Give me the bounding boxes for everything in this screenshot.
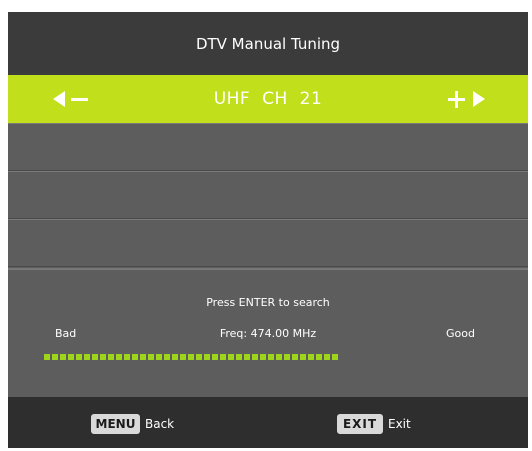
manual-tuning-panel: DTV Manual Tuning UHF CH 21 Press ENTER … [8, 12, 528, 448]
signal-segment [196, 354, 202, 360]
back-label: Back [145, 417, 175, 431]
signal-segment [252, 354, 258, 360]
signal-segment [236, 354, 242, 360]
signal-segment [44, 354, 50, 360]
signal-segment [156, 354, 162, 360]
signal-strength-meter [44, 354, 498, 360]
signal-segment [68, 354, 74, 360]
signal-segment [132, 354, 138, 360]
menu-row-empty-3 [8, 219, 528, 267]
signal-segment [140, 354, 146, 360]
signal-segment [308, 354, 314, 360]
signal-segment [60, 354, 66, 360]
search-prompt: Press ENTER to search [206, 296, 330, 309]
menu-key-button[interactable]: MENU [91, 414, 140, 434]
signal-segment [52, 354, 58, 360]
signal-segment [276, 354, 282, 360]
good-label: Good [446, 327, 475, 340]
signal-segment [84, 354, 90, 360]
signal-segment [292, 354, 298, 360]
signal-segment [228, 354, 234, 360]
signal-segment [148, 354, 154, 360]
signal-segment [220, 354, 226, 360]
exit-label: Exit [388, 417, 411, 431]
page-title: DTV Manual Tuning [195, 34, 341, 53]
signal-segment [116, 354, 122, 360]
signal-segment [212, 354, 218, 360]
footer-bar: MENU Back EXIT Exit [8, 397, 528, 448]
signal-segment [316, 354, 322, 360]
signal-segment [100, 354, 106, 360]
menu-row-empty-2 [8, 171, 528, 219]
signal-segment [124, 354, 130, 360]
channel-selector[interactable]: UHF CH 21 [8, 75, 528, 123]
signal-segment [268, 354, 274, 360]
signal-segment [108, 354, 114, 360]
right-triangle-icon[interactable] [473, 91, 485, 107]
signal-segment [180, 354, 186, 360]
signal-info: Press ENTER to search Bad Freq: 474.00 M… [8, 268, 528, 399]
signal-segment [332, 354, 338, 360]
plus-icon[interactable] [448, 91, 465, 108]
signal-segment [284, 354, 290, 360]
signal-segment [204, 354, 210, 360]
signal-segment [260, 354, 266, 360]
signal-segment [76, 354, 82, 360]
title-bar: DTV Manual Tuning [8, 12, 528, 75]
signal-segment [300, 354, 306, 360]
signal-segment [92, 354, 98, 360]
signal-segment [324, 354, 330, 360]
signal-segment [164, 354, 170, 360]
signal-segment [172, 354, 178, 360]
exit-key-button[interactable]: EXIT [337, 414, 383, 434]
menu-row-empty-1 [8, 123, 528, 171]
signal-segment [244, 354, 250, 360]
signal-segment [188, 354, 194, 360]
